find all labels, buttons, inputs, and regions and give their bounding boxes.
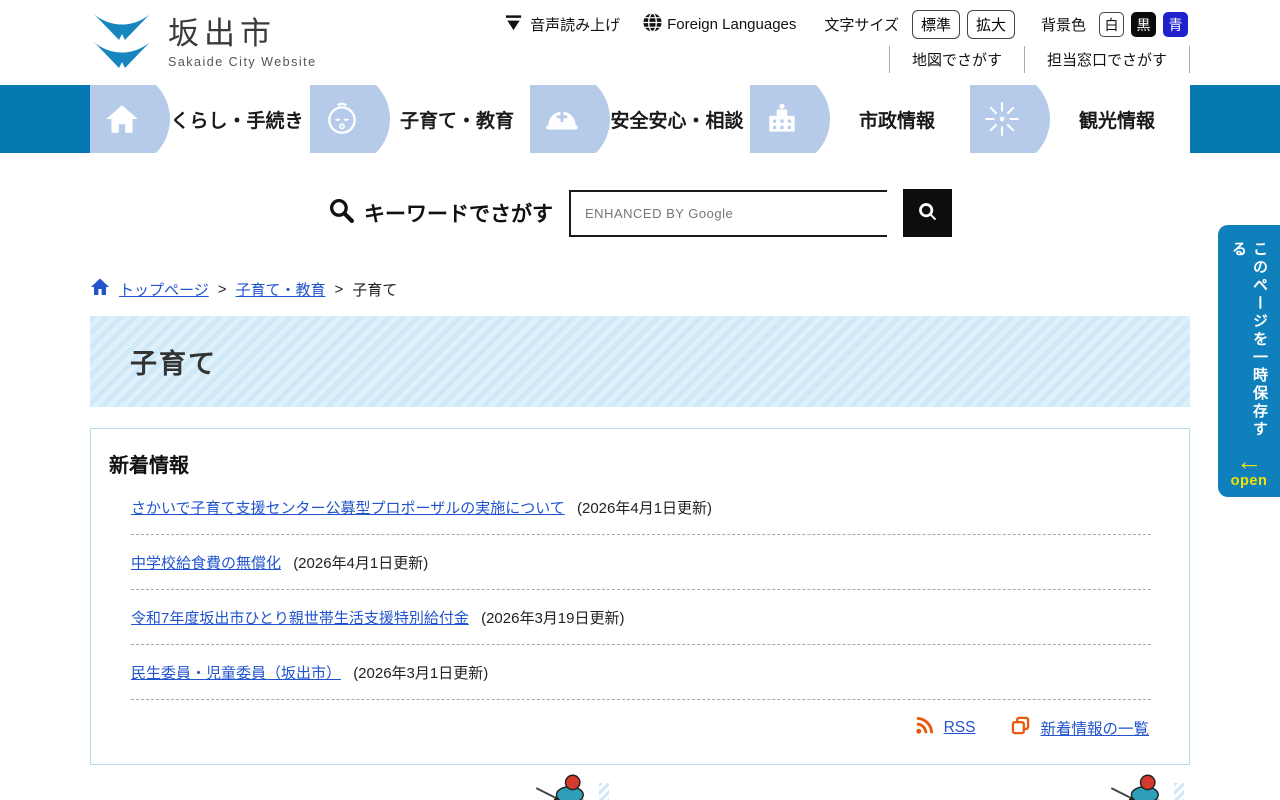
- breadcrumb-link-section[interactable]: 子育て・教育: [235, 279, 325, 300]
- mascot-icon: [1110, 769, 1172, 800]
- nav-label: くらし・手続き: [164, 106, 310, 133]
- fontsize-group: 文字サイズ 標準 拡大: [824, 10, 1015, 39]
- breadcrumb-separator: >: [334, 281, 343, 298]
- mascot-icon: [535, 769, 597, 800]
- search-submit-icon: [917, 201, 939, 226]
- fontsize-label: 文字サイズ: [824, 14, 899, 35]
- page-title: 子育て: [130, 342, 217, 381]
- news-list: さかいで子育て支援センター公募型プロポーザルの実施について (2026年4月1日…: [131, 480, 1151, 700]
- bottom-category-event: イベント情報: [665, 795, 1190, 800]
- map-search-link[interactable]: 地図でさがす: [889, 46, 1024, 73]
- audio-readout-link[interactable]: 音声読み上げ: [504, 13, 620, 36]
- stripe-decoration: [599, 783, 609, 800]
- global-nav: くらし・手続き 子育て・教育: [0, 85, 1280, 153]
- fontsize-large-button[interactable]: 拡大: [967, 10, 1015, 39]
- news-link[interactable]: 民生委員・児童委員（坂出市）: [131, 665, 341, 682]
- bgcolor-black-button[interactable]: 黒: [1131, 12, 1156, 37]
- search-caption: キーワードでさがす: [328, 197, 553, 230]
- nav-item-shisei[interactable]: 市政情報: [750, 85, 970, 153]
- site-title-group: 坂出市 Sakaide City Website: [168, 14, 317, 68]
- audio-readout-icon: [504, 13, 523, 36]
- news-box: 新着情報 さかいで子育て支援センター公募型プロポーザルの実施について (2026…: [90, 428, 1190, 765]
- nav-item-kosodate[interactable]: 子育て・教育: [310, 85, 530, 153]
- news-list-item: 中学校給食費の無償化 (2026年4月1日更新): [131, 535, 1151, 590]
- stripe-decoration: [1174, 783, 1184, 800]
- site-title: 坂出市: [168, 14, 317, 54]
- bgcolor-white-button[interactable]: 白: [1099, 12, 1124, 37]
- office-search-link[interactable]: 担当窓口でさがす: [1024, 46, 1190, 73]
- breadcrumb-current: 子育て: [352, 279, 397, 300]
- global-nav-inner: くらし・手続き 子育て・教育: [90, 85, 1190, 153]
- nav-label: 観光情報: [1044, 106, 1190, 133]
- save-page-label: このページを一時保存する: [1228, 241, 1270, 450]
- search-input[interactable]: [569, 190, 887, 237]
- nav-label: 安全安心・相談: [604, 106, 750, 133]
- site-header: 坂出市 Sakaide City Website 音声読み上げ Foreign …: [0, 0, 1280, 85]
- audio-readout-label: 音声読み上げ: [530, 14, 620, 35]
- news-date: (2026年4月1日更新): [293, 555, 428, 572]
- save-page-side-tab[interactable]: このページを一時保存する ← open: [1218, 225, 1280, 497]
- helmet-icon: [543, 100, 581, 138]
- breadcrumb-link-top[interactable]: トップページ: [119, 279, 209, 300]
- bottom-category-kosodate: 子育て: [90, 795, 615, 800]
- header-utility-row: 音声読み上げ Foreign Languages 文字サイズ 標準 拡大 背景色…: [482, 10, 1188, 39]
- rss-icon: [915, 716, 934, 740]
- bottom-category-row: 子育て イベント情報: [90, 795, 1190, 800]
- cityhall-icon: [763, 100, 801, 138]
- search-submit-button[interactable]: [903, 189, 952, 237]
- nav-item-anzen[interactable]: 安全安心・相談: [530, 85, 750, 153]
- foreign-languages-label: Foreign Languages: [667, 16, 796, 33]
- breadcrumb-home-icon[interactable]: [90, 277, 110, 301]
- bgcolor-label: 背景色: [1041, 14, 1086, 35]
- nav-label: 子育て・教育: [384, 106, 530, 133]
- news-link[interactable]: さかいで子育て支援センター公募型プロポーザルの実施について: [131, 500, 565, 517]
- news-list-link[interactable]: 新着情報の一覧: [1040, 717, 1149, 739]
- bgcolor-group: 背景色 白 黒 青: [1041, 12, 1188, 37]
- bgcolor-blue-button[interactable]: 青: [1163, 12, 1188, 37]
- city-emblem-icon: [90, 8, 154, 75]
- news-link[interactable]: 令和7年度坂出市ひとり親世帯生活支援特別給付金: [131, 610, 469, 627]
- news-link[interactable]: 中学校給食費の無償化: [131, 555, 281, 572]
- home-icon: [103, 100, 141, 138]
- news-date: (2026年4月1日更新): [577, 500, 712, 517]
- foreign-languages-link[interactable]: Foreign Languages: [642, 12, 796, 37]
- sparkle-icon: [983, 100, 1021, 138]
- nav-item-kurashi[interactable]: くらし・手続き: [90, 85, 310, 153]
- baby-icon: [323, 100, 361, 138]
- nav-item-kanko[interactable]: 観光情報: [970, 85, 1190, 153]
- left-arrow-icon: ←: [1236, 450, 1262, 473]
- page-title-bar: 子育て: [90, 316, 1190, 407]
- news-list-item: 令和7年度坂出市ひとり親世帯生活支援特別給付金 (2026年3月19日更新): [131, 590, 1151, 645]
- news-list-item: さかいで子育て支援センター公募型プロポーザルの実施について (2026年4月1日…: [131, 480, 1151, 535]
- nav-label: 市政情報: [824, 106, 970, 133]
- news-date: (2026年3月19日更新): [481, 610, 624, 627]
- rss-link[interactable]: RSS: [944, 719, 976, 737]
- news-heading: 新着情報: [109, 449, 1151, 478]
- search-caption-label: キーワードでさがす: [364, 198, 553, 228]
- fontsize-standard-button[interactable]: 標準: [912, 10, 960, 39]
- site-logo[interactable]: 坂出市 Sakaide City Website: [90, 8, 317, 75]
- site-subtitle: Sakaide City Website: [168, 55, 317, 69]
- news-list-page-icon: [1011, 716, 1030, 740]
- open-label: open: [1231, 473, 1268, 489]
- news-list-item: 民生委員・児童委員（坂出市） (2026年3月1日更新): [131, 645, 1151, 700]
- news-date: (2026年3月1日更新): [353, 665, 488, 682]
- keyword-search-section: キーワードでさがす: [0, 153, 1280, 269]
- header-search-links-row: 地図でさがす 担当窓口でさがす: [889, 46, 1190, 73]
- breadcrumb-separator: >: [218, 281, 227, 298]
- globe-icon: [642, 12, 663, 37]
- search-icon: [328, 197, 355, 230]
- news-footer-links: RSS 新着情報の一覧: [109, 716, 1151, 740]
- breadcrumb: トップページ > 子育て・教育 > 子育て: [90, 277, 1190, 301]
